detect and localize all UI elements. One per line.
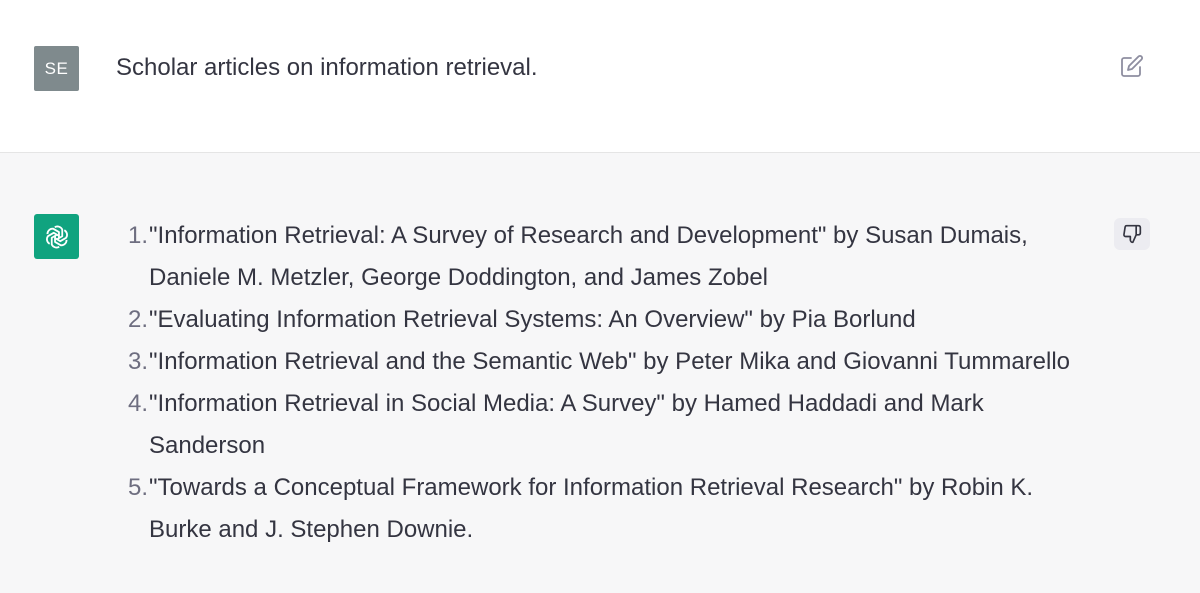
list-item-text: "Information Retrieval: A Survey of Rese… [149, 222, 1028, 291]
user-message-text: Scholar articles on information retrieva… [116, 54, 538, 81]
list-item: 3. "Information Retrieval and the Semant… [108, 341, 1108, 383]
list-item-number: 5. [127, 474, 148, 501]
list-item-number: 2. [127, 306, 148, 333]
list-item: 1. "Information Retrieval: A Survey of R… [108, 215, 1108, 299]
edit-icon [1121, 55, 1143, 77]
list-item-text: "Evaluating Information Retrieval System… [149, 306, 916, 333]
list-item-text: "Towards a Conceptual Framework for Info… [149, 474, 1034, 543]
edit-message-button[interactable] [1118, 52, 1146, 80]
thumbs-down-button[interactable] [1114, 218, 1150, 250]
list-item-text: "Information Retrieval and the Semantic … [149, 348, 1071, 375]
list-item-text: "Information Retrieval in Social Media: … [149, 390, 984, 459]
list-item: 4. "Information Retrieval in Social Medi… [108, 383, 1108, 467]
thumbs-down-icon [1123, 224, 1142, 244]
user-avatar-initials: SE [44, 58, 69, 78]
list-item-number: 4. [127, 390, 148, 417]
openai-logo-icon [45, 225, 68, 248]
user-message-row: SE Scholar articles on information retri… [0, 0, 1200, 153]
list-item: 2. "Evaluating Information Retrieval Sys… [108, 299, 1108, 341]
answer-list: 1. "Information Retrieval: A Survey of R… [108, 215, 1108, 551]
list-item-number: 3. [127, 348, 148, 375]
list-item: 5. "Towards a Conceptual Framework for I… [108, 467, 1108, 551]
assistant-message-row: 1. "Information Retrieval: A Survey of R… [0, 153, 1200, 593]
list-item-number: 1. [127, 222, 148, 249]
assistant-avatar [34, 214, 79, 259]
user-avatar: SE [34, 46, 79, 91]
